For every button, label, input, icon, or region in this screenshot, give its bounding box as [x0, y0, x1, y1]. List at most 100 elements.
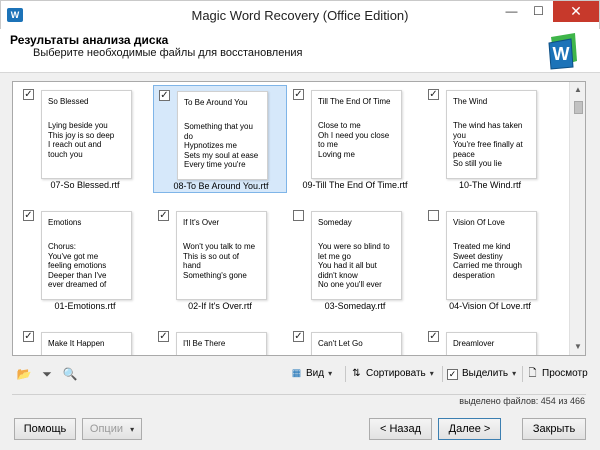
file-item[interactable]: ✓ I'll Be There [153, 327, 287, 355]
maximize-button[interactable]: ☐ [525, 1, 552, 22]
file-name: 01-Emotions.rtf [54, 301, 116, 311]
wizard-header: Результаты анализа диска Выберите необхо… [0, 29, 600, 76]
preview-title: Make It Happen [48, 339, 105, 348]
file-thumbnail-view[interactable]: ✓ So Blessed Lying beside you This joy is … [12, 81, 586, 356]
select-label: Выделить [462, 368, 509, 379]
file-name: 02-If It's Over.rtf [188, 301, 252, 311]
preview-label: Просмотр [542, 368, 588, 379]
preview-title: Till The End Of Time [318, 97, 391, 106]
filter-icon[interactable]: ⏷ [39, 366, 55, 382]
preview-text: You were so blind to let me go You had i… [318, 242, 390, 289]
file-name: 09-Till The End Of Time.rtf [302, 180, 408, 190]
preview-title: I'll Be There [183, 339, 226, 348]
file-preview-thumbnail[interactable]: Till The End Of Time Close to me Oh I nee… [311, 90, 402, 179]
selection-status: выделено файлов: 454 из 466 [459, 396, 585, 406]
preview-title: Emotions [48, 218, 82, 227]
file-item[interactable]: ✓ Till The End Of Time Close to me Oh I ne… [288, 85, 422, 193]
file-name: 03-Someday.rtf [324, 301, 386, 311]
file-preview-thumbnail[interactable]: If It's Over Won't you talk to me This is… [176, 211, 267, 300]
file-preview-thumbnail[interactable]: The Wind The wind has taken you You're fr… [446, 90, 537, 179]
main-panel: ✓ So Blessed Lying beside you This joy is … [0, 72, 600, 450]
file-checkbox[interactable]: ✓ [23, 331, 34, 342]
preview-text: Something that you do Hypnotizes me Sets… [184, 122, 259, 169]
select-button[interactable]: ✓ Выделить ▾ [447, 364, 516, 384]
view-label: Вид [306, 368, 325, 379]
file-preview-thumbnail[interactable]: Emotions Chorus: You've got me feeling em… [41, 211, 132, 300]
next-button[interactable]: Далее > [438, 418, 501, 440]
file-item[interactable]: ✓ Emotions Chorus: You've got me feeling e… [18, 206, 152, 314]
view-button[interactable]: ▦ Вид ▾ [290, 364, 332, 384]
file-checkbox[interactable]: ✓ [428, 331, 439, 342]
file-checkbox[interactable]: ✓ [158, 210, 169, 221]
file-item[interactable]: ✓ The Wind The wind has taken you You're f… [423, 85, 557, 193]
preview-icon: 🗋 [528, 368, 537, 379]
toolbar-separator [442, 366, 443, 382]
search-icon[interactable]: 🔍 [62, 366, 78, 382]
file-preview-thumbnail[interactable]: To Be Around You Something that you do Hy… [177, 91, 268, 180]
options-label: Опции [89, 423, 124, 435]
file-checkbox[interactable] [428, 210, 439, 221]
file-checkbox[interactable]: ✓ [23, 89, 34, 100]
sort-button[interactable]: ⇅ Сортировать ▾ [350, 364, 433, 384]
preview-text: Chorus: You've got me feeling emotions D… [48, 242, 107, 289]
file-item[interactable]: ✓ To Be Around You Something that you do H… [153, 85, 287, 193]
options-button[interactable]: Опции ▾ [82, 418, 142, 440]
file-item[interactable]: ✓ If It's Over Won't you talk to me This i… [153, 206, 287, 314]
logo-letter: W [553, 44, 570, 64]
sort-label: Сортировать [366, 368, 426, 379]
status-divider [12, 394, 586, 395]
preview-text: Close to me Oh I need you close to me Lo… [318, 121, 390, 159]
view-dropdown-icon: ▾ [328, 369, 333, 378]
file-name: 07-So Blessed.rtf [50, 180, 120, 190]
file-preview-thumbnail[interactable]: Dreamlover [446, 332, 537, 355]
preview-title: Someday [318, 218, 352, 227]
minimize-button[interactable]: — [498, 1, 525, 22]
preview-title: Can't Let Go [318, 339, 363, 348]
file-item[interactable]: ✓ Can't Let Go [288, 327, 422, 355]
bottom-toolbar: 📂 ⏷ 🔍 ▦ Вид ▾ ⇅ Сортировать ▾ ✓ Выделить ▾ 🗋 Пр… [12, 364, 588, 384]
preview-title: Vision Of Love [453, 218, 505, 227]
scroll-thumb[interactable] [574, 101, 583, 114]
close-button[interactable]: Закрыть [522, 418, 586, 440]
select-checkbox-icon: ✓ [447, 369, 458, 380]
close-window-button[interactable]: ✕ [553, 1, 599, 22]
vertical-scrollbar[interactable]: ▲ ▼ [569, 82, 585, 355]
file-preview-thumbnail[interactable]: Can't Let Go [311, 332, 402, 355]
file-checkbox[interactable] [293, 210, 304, 221]
file-preview-thumbnail[interactable]: Make It Happen [41, 332, 132, 355]
file-item[interactable]: Someday You were so blind to let me go Yo… [288, 206, 422, 314]
preview-button[interactable]: 🗋 Просмотр [526, 364, 588, 384]
file-checkbox[interactable]: ✓ [293, 89, 304, 100]
file-item[interactable]: ✓ So Blessed Lying beside you This joy is … [18, 85, 152, 193]
file-checkbox[interactable]: ✓ [428, 89, 439, 100]
file-item[interactable]: Vision Of Love Treated me kind Sweet dest… [423, 206, 557, 314]
file-checkbox[interactable]: ✓ [293, 331, 304, 342]
folder-icon[interactable]: 📂 [16, 366, 32, 382]
view-icon: ▦ [291, 368, 302, 379]
file-item[interactable]: ✓ Dreamlover [423, 327, 557, 355]
file-grid: ✓ So Blessed Lying beside you This joy is … [13, 82, 569, 355]
page-title: Результаты анализа диска [10, 33, 169, 47]
file-preview-thumbnail[interactable]: Someday You were so blind to let me go Yo… [311, 211, 402, 300]
preview-text: Treated me kind Sweet destiny Carried me… [453, 242, 522, 280]
file-checkbox[interactable]: ✓ [159, 90, 170, 101]
options-dropdown-icon: ▾ [130, 425, 135, 434]
preview-title: To Be Around You [184, 98, 248, 107]
file-checkbox[interactable]: ✓ [23, 210, 34, 221]
scroll-down-button[interactable]: ▼ [570, 339, 585, 355]
title-bar: W Magic Word Recovery (Office Edition) —… [0, 0, 600, 29]
preview-title: If It's Over [183, 218, 220, 227]
file-checkbox[interactable]: ✓ [158, 331, 169, 342]
file-item[interactable]: ✓ Make It Happen [18, 327, 152, 355]
toolbar-separator [345, 366, 346, 382]
preview-text: Lying beside you This joy is so deep I r… [48, 121, 115, 159]
preview-title: So Blessed [48, 97, 89, 106]
preview-text: The wind has taken you You're free final… [453, 121, 523, 168]
file-preview-thumbnail[interactable]: Vision Of Love Treated me kind Sweet dest… [446, 211, 537, 300]
file-preview-thumbnail[interactable]: So Blessed Lying beside you This joy is s… [41, 90, 132, 179]
sort-icon: ⇅ [352, 368, 361, 379]
help-button[interactable]: Помощь [14, 418, 76, 440]
scroll-up-button[interactable]: ▲ [570, 82, 585, 98]
back-button[interactable]: < Назад [369, 418, 432, 440]
file-preview-thumbnail[interactable]: I'll Be There [176, 332, 267, 355]
